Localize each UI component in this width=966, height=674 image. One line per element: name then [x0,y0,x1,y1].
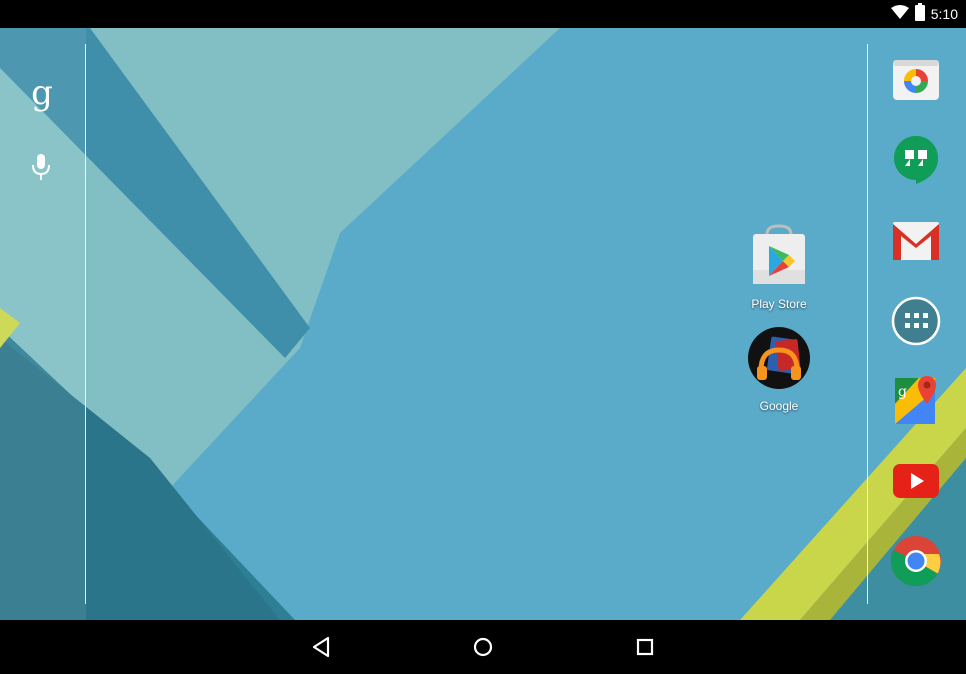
chrome-icon[interactable] [889,534,943,588]
search-strip: g [0,28,86,620]
navigation-bar [0,620,966,674]
clock: 5:10 [930,6,958,22]
play-store-label: Play Store [751,297,807,311]
hangouts-icon[interactable] [889,132,943,186]
right-divider [867,44,868,604]
left-divider [85,44,86,604]
status-icons: 5:10 [890,2,958,26]
back-icon[interactable] [306,632,336,662]
battery-icon [914,2,925,26]
google-search-icon[interactable]: g [28,76,56,112]
play-store-icon [747,224,811,292]
wifi-icon [890,4,909,24]
google-shortcut[interactable]: Google [739,326,819,413]
status-bar: 5:10 [0,0,966,28]
svg-text:g: g [898,384,907,400]
maps-icon[interactable]: g [889,374,943,428]
home-icon[interactable] [468,632,498,662]
wallpaper-shapes [0,28,966,620]
gmail-icon[interactable] [889,214,943,268]
play-store-shortcut[interactable]: Play Store [739,224,819,311]
wallpaper [0,28,966,620]
youtube-icon[interactable] [889,454,943,508]
photos-camera-icon[interactable] [889,52,943,106]
recents-icon[interactable] [630,632,660,662]
google-play-music-icon [747,327,811,394]
microphone-icon[interactable] [28,152,54,182]
google-label: Google [759,399,799,413]
all-apps-icon[interactable] [889,294,943,348]
